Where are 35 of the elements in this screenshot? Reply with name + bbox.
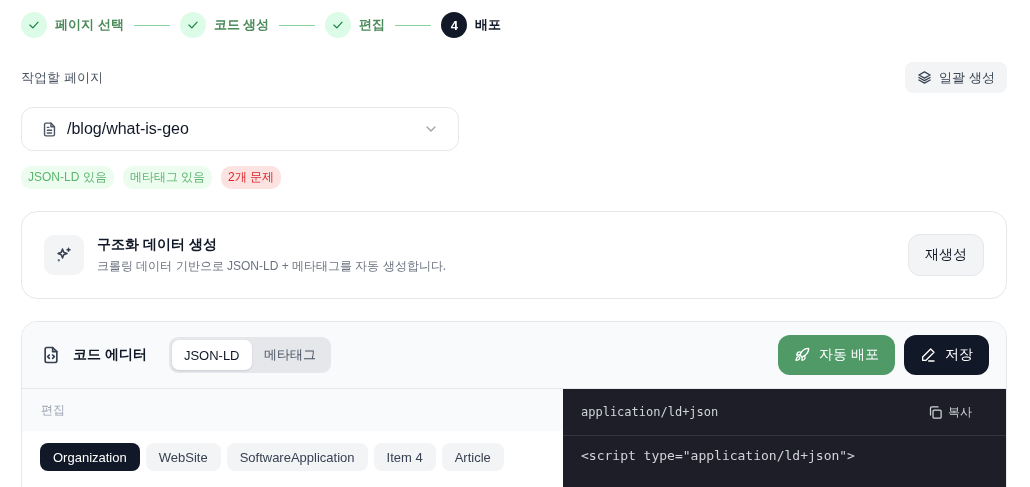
code-file-icon [41,345,61,365]
step-label: 코드 생성 [213,16,270,34]
bulk-generate-button[interactable]: 일괄 생성 [905,62,1007,93]
code-line: <script type="application/ld+json"> [581,448,856,463]
schema-tab[interactable]: SoftwareApplication [226,443,368,471]
status-badge: 메타태그 있음 [122,166,213,189]
select-value: /blog/what-is-geo [67,120,190,138]
tab[interactable]: 메타태그 [251,340,328,370]
section-label: 편집 [41,401,65,419]
save-button[interactable]: 저장 [904,335,989,375]
pencil-icon [920,347,936,363]
sparkle-icon [44,235,84,275]
field-label: 작업할 페이지 [21,68,103,87]
page-select[interactable]: /blog/what-is-geo [21,107,459,151]
code-type-label: application/ld+json [581,405,719,419]
step-number: 4 [441,12,468,38]
schema-tab[interactable]: WebSite [145,443,221,471]
schema-tab[interactable]: Item 4 [373,443,436,471]
step-label: 배포 [475,16,502,34]
card-description: 크롤링 데이터 기반으로 JSON-LD + 메타태그를 자동 생성합니다. [97,257,448,275]
step-label: 편집 [359,16,386,34]
copy-button[interactable]: 복사 [922,402,978,422]
card-title: 구조화 데이터 생성 [97,235,218,254]
regenerate-button[interactable]: 재생성 [908,234,984,276]
editor-title: 코드 에디터 [73,346,147,364]
status-badge: JSON-LD 있음 [21,166,114,189]
status-badge: 2개 문제 [221,166,282,189]
schema-tab[interactable]: Organization [40,443,140,471]
rocket-icon [794,347,811,363]
schema-tab[interactable]: Article [441,443,504,471]
step-label: 페이지 선택 [55,16,124,34]
copy-icon [928,404,943,420]
layers-icon [917,70,933,85]
file-icon [41,120,58,138]
tab[interactable]: JSON-LD [171,340,252,370]
